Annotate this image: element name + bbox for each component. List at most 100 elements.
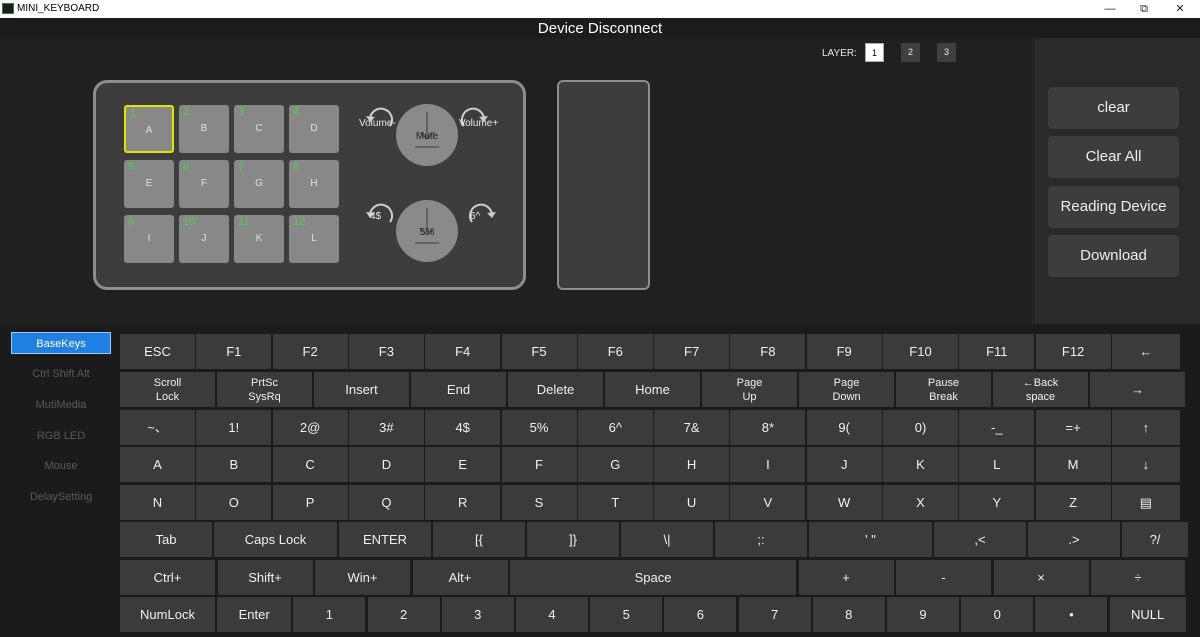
keyboard-key[interactable]: P bbox=[272, 485, 348, 520]
keyboard-key[interactable]: L bbox=[959, 447, 1035, 482]
device-key-2[interactable]: 2B bbox=[179, 105, 229, 153]
keyboard-key[interactable]: NULL bbox=[1109, 597, 1186, 632]
keyboard-key[interactable]: 7 bbox=[738, 597, 811, 632]
keyboard-key[interactable]: F9 bbox=[806, 334, 882, 369]
keyboard-key[interactable]: W bbox=[806, 485, 882, 520]
keyboard-key[interactable]: Scroll Lock bbox=[120, 372, 215, 407]
keyboard-key[interactable]: K bbox=[883, 447, 958, 482]
device-key-10[interactable]: 10 J bbox=[179, 215, 229, 263]
keyboard-key[interactable]: G bbox=[577, 447, 653, 482]
keyboard-key[interactable]: ,< bbox=[934, 522, 1026, 557]
device-key-5[interactable]: 5E bbox=[124, 160, 174, 208]
sidebar-item-basekeys[interactable]: BaseKeys bbox=[11, 332, 111, 354]
keyboard-key[interactable]: PrtSc SysRq bbox=[217, 372, 312, 407]
keyboard-key[interactable]: T bbox=[577, 485, 653, 520]
keyboard-key[interactable]: 8* bbox=[730, 410, 806, 445]
keyboard-key[interactable]: Win+ bbox=[315, 560, 410, 595]
keyboard-key[interactable]: → bbox=[1090, 372, 1185, 407]
device-key-11[interactable]: 11 K bbox=[234, 215, 284, 263]
keyboard-key[interactable]: S bbox=[501, 485, 577, 520]
keyboard-key[interactable]: N bbox=[120, 485, 195, 520]
keyboard-key[interactable]: D bbox=[348, 447, 424, 482]
keyboard-key[interactable]: ~、 bbox=[120, 410, 195, 445]
keyboard-key[interactable]: 6 bbox=[664, 597, 737, 632]
device-key-9[interactable]: 9I bbox=[124, 215, 174, 263]
keyboard-key[interactable]: 4 bbox=[516, 597, 588, 632]
device-key-4[interactable]: 4D bbox=[289, 105, 339, 153]
keyboard-key[interactable]: F12 bbox=[1035, 334, 1111, 369]
keyboard-key[interactable]: 5% bbox=[501, 410, 577, 445]
device-key-6[interactable]: 6F bbox=[179, 160, 229, 208]
keyboard-key[interactable]: Ctrl+ bbox=[120, 560, 215, 595]
keyboard-key[interactable]: ]} bbox=[527, 522, 619, 557]
keyboard-key[interactable]: 1 bbox=[293, 597, 366, 632]
keyboard-key[interactable]: F3 bbox=[348, 334, 424, 369]
keyboard-key[interactable]: 6^ bbox=[577, 410, 653, 445]
keyboard-key[interactable]: 2@ bbox=[272, 410, 348, 445]
keyboard-key[interactable]: - bbox=[896, 560, 991, 595]
keyboard-key[interactable]: End bbox=[411, 372, 506, 407]
keyboard-key[interactable]: 5 bbox=[590, 597, 663, 632]
keyboard-key[interactable]: R bbox=[425, 485, 501, 520]
keyboard-key[interactable]: ← bbox=[1111, 334, 1180, 369]
keyboard-key[interactable]: 2 bbox=[367, 597, 440, 632]
device-key-8[interactable]: 8H bbox=[289, 160, 339, 208]
reading-device-button[interactable]: Reading Device bbox=[1048, 186, 1179, 228]
keyboard-key[interactable]: 9 bbox=[887, 597, 959, 632]
keyboard-key[interactable]: F6 bbox=[577, 334, 653, 369]
keyboard-key[interactable]: F2 bbox=[272, 334, 348, 369]
knob-2[interactable]: 5% bbox=[396, 200, 458, 262]
keyboard-key[interactable]: C bbox=[272, 447, 348, 482]
keyboard-key[interactable]: A bbox=[120, 447, 195, 482]
keyboard-key[interactable]: × bbox=[993, 560, 1089, 595]
keyboard-key[interactable]: 3# bbox=[348, 410, 424, 445]
device-key-7[interactable]: 7G bbox=[234, 160, 284, 208]
keyboard-key[interactable]: ENTER bbox=[339, 522, 431, 557]
keyboard-key[interactable]: .> bbox=[1028, 522, 1120, 557]
keyboard-key[interactable]: 1! bbox=[196, 410, 272, 445]
keyboard-key[interactable]: Shift+ bbox=[217, 560, 313, 595]
device-key-3[interactable]: 3C bbox=[234, 105, 284, 153]
sidebar-item-ctrl-shift-alt[interactable]: Ctrl Shift Alt bbox=[11, 363, 111, 385]
keyboard-key[interactable]: U bbox=[654, 485, 730, 520]
layer-2-button[interactable]: 2 bbox=[901, 43, 920, 62]
keyboard-key[interactable]: Tab bbox=[120, 522, 212, 557]
keyboard-key[interactable]: Delete bbox=[508, 372, 603, 407]
keyboard-key[interactable]: F10 bbox=[883, 334, 958, 369]
keyboard-key[interactable]: 4$ bbox=[425, 410, 501, 445]
keyboard-key[interactable]: Page Down bbox=[799, 372, 894, 407]
keyboard-key[interactable]: J bbox=[806, 447, 882, 482]
keyboard-key[interactable]: =+ bbox=[1035, 410, 1111, 445]
keyboard-key[interactable]: ÷ bbox=[1091, 560, 1185, 595]
keyboard-key[interactable]: \| bbox=[621, 522, 713, 557]
keyboard-key[interactable]: F bbox=[501, 447, 577, 482]
keyboard-key[interactable]: • bbox=[1035, 597, 1108, 632]
keyboard-key[interactable]: Caps Lock bbox=[214, 522, 337, 557]
keyboard-key[interactable]: Home bbox=[605, 372, 700, 407]
keyboard-key[interactable]: H bbox=[654, 447, 730, 482]
keyboard-key[interactable]: Z bbox=[1035, 485, 1111, 520]
sidebar-item-mouse[interactable]: Mouse bbox=[11, 455, 111, 477]
keyboard-key[interactable]: Pause Break bbox=[896, 372, 991, 407]
download-button[interactable]: Download bbox=[1048, 235, 1179, 277]
clear-button[interactable]: clear bbox=[1048, 87, 1179, 129]
keyboard-key[interactable]: V bbox=[730, 485, 806, 520]
keyboard-key[interactable]: 3 bbox=[441, 597, 514, 632]
keyboard-key[interactable]: F11 bbox=[959, 334, 1035, 369]
sidebar-item-delaysetting[interactable]: DelaySetting bbox=[11, 486, 111, 508]
keyboard-key[interactable]: I bbox=[730, 447, 806, 482]
keyboard-key[interactable]: NumLock bbox=[120, 597, 215, 632]
keyboard-key[interactable]: M bbox=[1035, 447, 1111, 482]
keyboard-key[interactable]: 0) bbox=[883, 410, 958, 445]
keyboard-key[interactable]: ;: bbox=[715, 522, 807, 557]
keyboard-key[interactable]: Y bbox=[959, 485, 1035, 520]
keyboard-key[interactable]: ▤ bbox=[1111, 485, 1180, 520]
layer-1-button[interactable]: 1 bbox=[865, 43, 884, 62]
clear-all-button[interactable]: Clear All bbox=[1048, 136, 1179, 178]
keyboard-key[interactable]: Insert bbox=[314, 372, 409, 407]
keyboard-key[interactable]: B bbox=[196, 447, 272, 482]
restore-button[interactable]: ⧉ bbox=[1127, 0, 1161, 18]
keyboard-key[interactable]: F1 bbox=[196, 334, 272, 369]
keyboard-key[interactable]: ' " bbox=[809, 522, 932, 557]
keyboard-key[interactable]: O bbox=[196, 485, 272, 520]
